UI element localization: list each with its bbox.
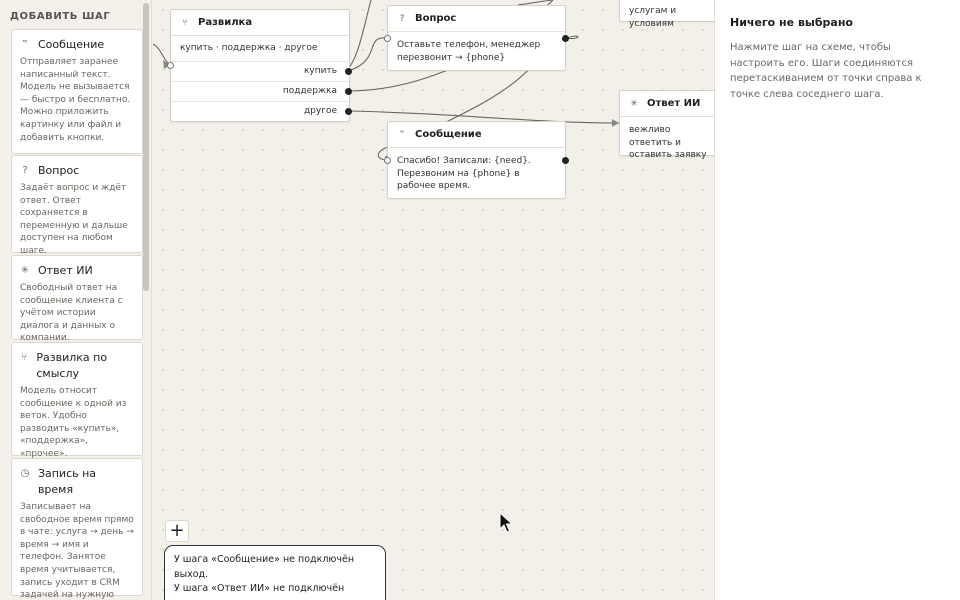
message-output-port[interactable] <box>562 157 569 164</box>
palette-item-title: Вопрос <box>38 164 80 177</box>
question-icon: ? <box>399 13 405 24</box>
quote-icon: ‟ <box>399 129 405 140</box>
palette-item-desc: Отправляет заранее написанный текст. Мод… <box>20 57 131 143</box>
branch-support-port[interactable] <box>345 88 352 95</box>
palette-item-title: Ответ ИИ <box>38 264 93 277</box>
palette-item-title: Сообщение <box>38 38 105 51</box>
question-output-port[interactable] <box>562 35 569 42</box>
fork-input-port[interactable] <box>167 62 174 69</box>
node-body: Спасибо! Записали: {need}. Перезвоним на… <box>397 156 531 192</box>
question-input-port[interactable] <box>384 35 391 42</box>
branch-buy: купить <box>171 61 349 81</box>
palette-item-desc: Свободный ответ на сообщение клиента с у… <box>20 283 123 344</box>
branch-other: другое <box>171 101 349 121</box>
warning-line: У шага «Сообщение» не подключён выход. <box>174 554 355 580</box>
node-message[interactable]: ‟ Сообщение Спасибо! Записали: {need}. П… <box>387 121 566 199</box>
quote-icon: ‟ <box>22 39 28 50</box>
node-body: услугам и условиям <box>629 6 677 29</box>
palette-item-ai-answer[interactable]: ✳ Ответ ИИ Свободный ответ на сообщение … <box>11 255 143 343</box>
step-palette-sidebar: ДОБАВИТЬ ШАГ ‟ Сообщение Отправляет зара… <box>0 0 152 600</box>
node-ai-answer[interactable]: ✳ Ответ ИИ вежливо ответить и оставить з… <box>619 90 714 160</box>
branch-buy-port[interactable] <box>345 68 352 75</box>
question-icon: ? <box>22 165 28 176</box>
properties-panel: Ничего не выбрано Нажмите шаг на схеме, … <box>714 0 960 600</box>
flow-canvas[interactable]: ⑂ Развилка купить · поддержка · другое к… <box>153 0 714 600</box>
palette-item-title: Развилка по смыслу <box>36 351 108 380</box>
node-body: Оставьте телефон, менеджер перезвонит → … <box>397 40 541 63</box>
node-partial[interactable]: услугам и условиям <box>619 0 714 29</box>
palette-item-question[interactable]: ? Вопрос Задаёт вопрос и ждёт ответ. Отв… <box>11 155 143 256</box>
palette-item-fork[interactable]: ⑂ Развилка по смыслу Модель относит сооб… <box>11 342 143 459</box>
mouse-cursor-icon <box>499 512 513 533</box>
palette-item-desc: Задаёт вопрос и ждёт ответ. Ответ сохран… <box>20 183 128 256</box>
palette-item-message[interactable]: ‟ Сообщение Отправляет заранее написанны… <box>11 29 143 154</box>
palette-item-booking[interactable]: ◷ Запись на время Записывает на свободно… <box>11 458 143 600</box>
node-title: Развилка <box>198 17 253 28</box>
sparkle-icon: ✳ <box>20 265 30 276</box>
panel-hint: Нажмите шаг на схеме, чтобы настроить ег… <box>730 42 922 100</box>
sparkle-icon: ✳ <box>630 98 638 109</box>
clock-icon: ◷ <box>20 468 30 479</box>
node-question[interactable]: ? Вопрос Оставьте телефон, менеджер пере… <box>387 5 566 71</box>
palette-item-desc: Записывает на свободное время прямо в ча… <box>20 502 134 600</box>
palette-item-title: Запись на время <box>37 467 97 496</box>
add-step-button[interactable]: + <box>165 520 189 542</box>
message-input-port[interactable] <box>384 157 391 164</box>
panel-title: Ничего не выбрано <box>730 16 853 29</box>
fork-icon: ⑂ <box>182 17 188 28</box>
branch-other-port[interactable] <box>345 108 352 115</box>
fork-icon: ⑂ <box>21 352 28 363</box>
node-title: Сообщение <box>415 129 482 140</box>
validation-warning: У шага «Сообщение» не подключён выход. У… <box>164 545 386 600</box>
node-title: Вопрос <box>415 13 457 24</box>
node-title: Ответ ИИ <box>647 98 701 109</box>
node-body: вежливо ответить и оставить заявку <box>629 125 707 161</box>
branch-support: поддержка <box>171 81 349 101</box>
warning-line: У шага «Ответ ИИ» не подключён выход. <box>174 583 345 600</box>
sidebar-title: ДОБАВИТЬ ШАГ <box>10 11 111 22</box>
node-fork[interactable]: ⑂ Развилка купить · поддержка · другое к… <box>170 9 350 122</box>
sidebar-scrollbar[interactable] <box>143 3 149 291</box>
node-body: купить · поддержка · другое <box>180 43 318 53</box>
palette-item-desc: Модель относит сообщение к одной из вето… <box>20 386 127 459</box>
